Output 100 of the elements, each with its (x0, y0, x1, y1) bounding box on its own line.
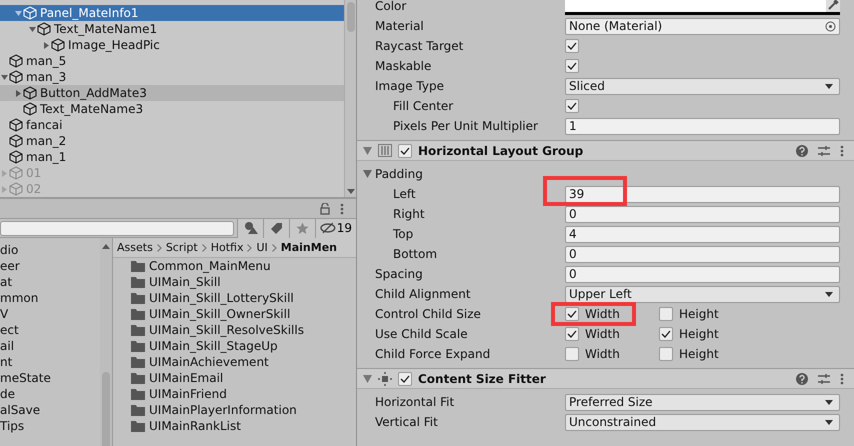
checkbox[interactable] (565, 327, 579, 341)
number-field[interactable]: 0 (565, 206, 840, 222)
chevron-icon (272, 244, 277, 252)
folder-tree-item[interactable]: de (0, 386, 100, 402)
folder-icon (131, 372, 145, 384)
folder-tree-item[interactable]: at (0, 274, 100, 290)
component-header[interactable]: Content Size Fitter (357, 368, 854, 389)
search-field[interactable] (0, 220, 234, 236)
folder-item[interactable]: UIMainEmail (113, 370, 356, 386)
type-filter-button[interactable] (237, 218, 263, 238)
breadcrumb-link[interactable]: UI (256, 241, 268, 254)
folder-tree-item[interactable]: ect (0, 322, 100, 338)
sliders-icon[interactable] (818, 372, 830, 384)
expanded-arrow-icon[interactable] (363, 170, 372, 178)
number-field[interactable]: 1 (565, 118, 840, 134)
folder-item[interactable]: UIMain_Skill (113, 274, 356, 290)
hierarchy-item[interactable]: man_3 (0, 69, 344, 85)
checkbox[interactable] (659, 327, 673, 341)
dropdown[interactable]: Unconstrained (565, 414, 840, 430)
expanded-arrow-icon[interactable] (0, 74, 8, 80)
collapsed-arrow-icon[interactable] (42, 42, 50, 48)
hierarchy-item[interactable]: Image_HeadPic (0, 37, 344, 53)
number-field[interactable]: 39 (565, 186, 840, 202)
sliders-icon[interactable] (818, 144, 830, 156)
hidden-packages-button[interactable]: 19 (315, 218, 356, 238)
scrollbar[interactable] (344, 0, 356, 197)
folder-tree-item[interactable]: V (0, 306, 100, 322)
breadcrumb-link[interactable]: Assets (117, 241, 153, 254)
chevron-icon (247, 244, 252, 252)
caret-icon (825, 420, 833, 424)
folder-item[interactable]: Common_MainMenu (113, 258, 356, 274)
folder-item[interactable]: UIMainFriend (113, 386, 356, 402)
expanded-arrow-icon[interactable] (363, 374, 372, 382)
number-field[interactable]: 4 (565, 226, 840, 242)
checkbox[interactable] (565, 99, 579, 113)
folder-tree-item[interactable]: ail (0, 338, 100, 354)
expanded-arrow-icon[interactable] (14, 10, 22, 16)
number-field[interactable]: 0 (565, 266, 840, 282)
scrollbar-thumb[interactable] (346, 2, 354, 32)
folder-tree-item[interactable]: Tips (0, 418, 100, 434)
hierarchy-item[interactable]: man_1 (0, 149, 344, 165)
more-options-icon[interactable] (840, 144, 844, 156)
breadcrumb-link[interactable]: Script (166, 241, 198, 254)
hierarchy-item[interactable]: Text_MateName1 (0, 21, 344, 37)
property-label: Padding (357, 167, 565, 181)
checkbox[interactable] (659, 347, 673, 361)
target-icon[interactable] (825, 20, 836, 32)
more-options-icon[interactable] (840, 372, 844, 384)
hierarchy-item[interactable]: fancai (0, 117, 344, 133)
folder-tree-item[interactable]: alSave (0, 402, 100, 418)
favorite-button[interactable] (289, 218, 315, 238)
cube-icon (37, 22, 51, 36)
dropdown[interactable]: Sliced (565, 78, 840, 94)
breadcrumb-link[interactable]: MainMen (280, 241, 337, 254)
number-field[interactable]: 0 (565, 246, 840, 262)
folder-item[interactable]: UIMain_Skill_StageUp (113, 338, 356, 354)
scroll-down-arrow-icon[interactable] (346, 189, 354, 194)
checkmark-icon (661, 330, 671, 338)
folder-tree-item[interactable]: nt (0, 354, 100, 370)
more-options-icon[interactable] (340, 202, 344, 214)
help-icon[interactable] (796, 372, 808, 384)
checkmark-icon (400, 374, 410, 382)
folder-item[interactable]: UIMainPlayerInformation (113, 402, 356, 418)
dropdown[interactable]: Preferred Size (565, 394, 840, 410)
checkbox[interactable] (659, 307, 673, 321)
checkbox[interactable] (565, 347, 579, 361)
hierarchy-item[interactable]: Text_MateName3 (0, 101, 344, 117)
folder-tree-item[interactable]: mmon (0, 290, 100, 306)
collapsed-arrow-icon[interactable] (14, 90, 22, 96)
folder-item[interactable]: UIMainAchievement (113, 354, 356, 370)
hierarchy-item[interactable]: man_2 (0, 133, 344, 149)
eyedropper-icon[interactable] (826, 0, 840, 12)
checkbox[interactable] (565, 59, 579, 73)
label-filter-button[interactable] (263, 218, 289, 238)
folder-item[interactable]: UIMain_Skill_OwnerSkill (113, 306, 356, 322)
folder-item[interactable]: UIMainRankList (113, 418, 356, 434)
folder-tree-item[interactable]: meState (0, 370, 100, 386)
hierarchy-item[interactable]: Panel_MateInfo1 (0, 5, 344, 21)
lock-icon[interactable] (320, 202, 330, 214)
folder-tree-item[interactable]: dio (0, 242, 100, 258)
folder-item[interactable]: UIMain_Skill_ResolveSkills (113, 322, 356, 338)
dropdown[interactable]: Upper Left (565, 286, 840, 302)
checkbox[interactable] (565, 307, 579, 321)
folder-item[interactable]: UIMain_Skill_LotterySkill (113, 290, 356, 306)
breadcrumb-link[interactable]: Hotfix (210, 241, 244, 254)
folder-tree-item[interactable]: eer (0, 258, 100, 274)
help-icon[interactable] (796, 144, 808, 156)
checkbox[interactable] (565, 39, 579, 53)
checkbox[interactable] (398, 372, 412, 386)
scroll-up-arrow-icon[interactable] (102, 244, 110, 249)
color-field[interactable] (565, 0, 840, 14)
property-label: Image Type (374, 79, 445, 93)
hierarchy-item[interactable]: Button_AddMate3 (0, 85, 344, 101)
hierarchy-item[interactable]: man_5 (0, 53, 344, 69)
chevron-icon (202, 244, 207, 252)
checkbox[interactable] (398, 144, 412, 158)
expanded-arrow-icon[interactable] (28, 26, 36, 32)
component-header[interactable]: Horizontal Layout Group (357, 140, 854, 161)
expanded-arrow-icon[interactable] (363, 146, 372, 154)
material-field[interactable]: None (Material) (565, 18, 840, 34)
